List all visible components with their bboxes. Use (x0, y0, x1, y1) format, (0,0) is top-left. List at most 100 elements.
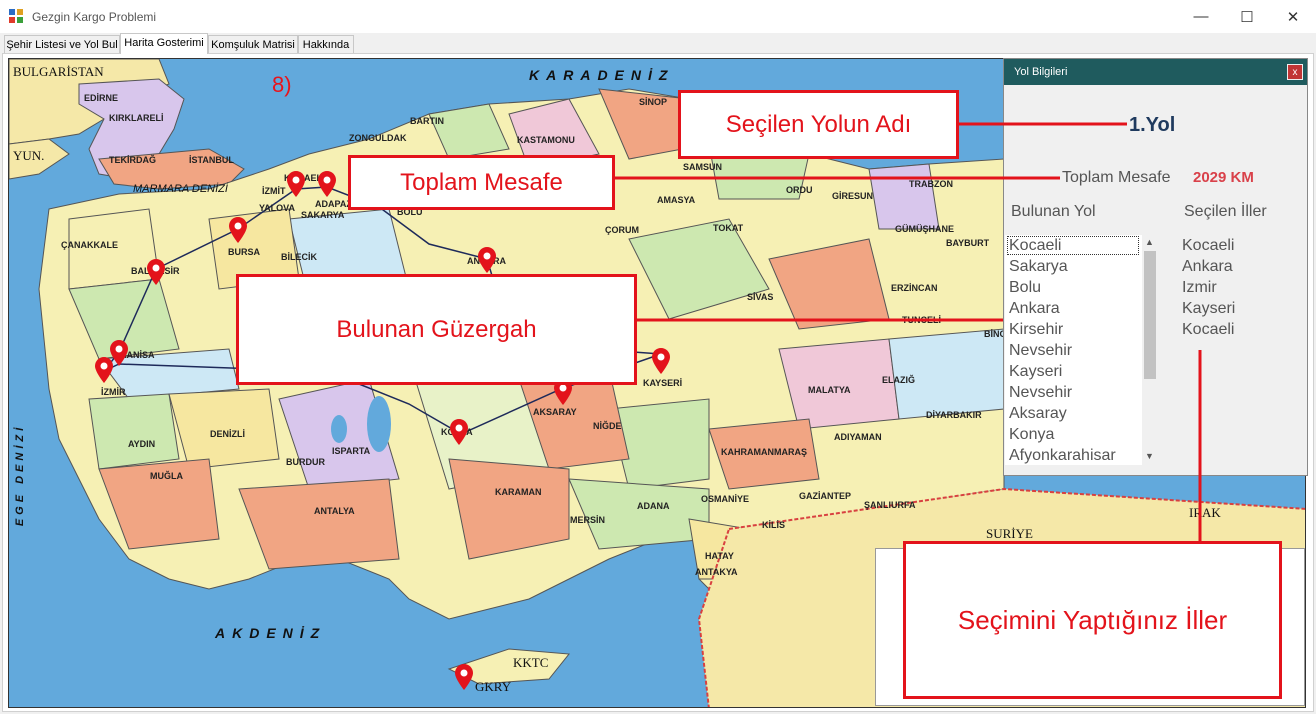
location-pin-icon (450, 419, 468, 445)
city-label: GİRESUN (832, 191, 874, 201)
road-name-value: 1.Yol (1129, 114, 1176, 136)
app-icon (9, 9, 23, 23)
city-label: TEKİRDAĞ (109, 155, 156, 165)
country-label-greece: YUN. (13, 148, 45, 163)
window-title: Gezgin Kargo Problemi (32, 10, 157, 24)
city-label: İZMİR (101, 387, 126, 397)
tab-about[interactable]: Hakkında (298, 35, 354, 53)
route-header: Bulunan Yol (1011, 203, 1096, 220)
scroll-down-icon[interactable]: ▼ (1145, 451, 1154, 461)
location-pin-icon (652, 348, 670, 374)
list-item[interactable]: Aksaray (1009, 405, 1067, 423)
city-label: GAZİANTEP (799, 491, 852, 501)
callout-selected-cities: Seçimini Yaptığınız İller (903, 541, 1282, 699)
city-label: DENİZLİ (210, 429, 245, 439)
selected-header: Seçilen İller (1184, 203, 1267, 220)
city-label: HATAY (705, 551, 734, 561)
city-label: BARTIN (410, 116, 444, 126)
city-label: SAMSUN (683, 162, 723, 172)
callout-road-name: Seçilen Yolun Adı (678, 90, 959, 159)
sea-label-mediterranean: AKDENİZ (215, 625, 327, 641)
location-pin-icon (110, 340, 128, 366)
city-label: ÇANAKKALE (61, 240, 118, 250)
tab-map-view[interactable]: Harita Gosterimi (120, 33, 208, 54)
callout-found-route: Bulunan Güzergah (236, 274, 637, 385)
city-label: ERZİNCAN (891, 283, 938, 293)
location-pin-icon (318, 171, 336, 197)
location-pin-icon (147, 259, 165, 285)
list-item[interactable]: Ankara (1009, 300, 1060, 318)
sea-label-marmara: MARMARA DENİZİ (133, 183, 228, 195)
city-label: KİLİS (762, 520, 786, 530)
city-label: KIRKLARELİ (109, 113, 164, 123)
list-focus-outline (1007, 236, 1139, 255)
selected-city-item: Kocaeli (1182, 237, 1235, 254)
list-item[interactable]: Kirsehir (1009, 321, 1063, 339)
country-label-bulgaria: BULGARİSTAN (13, 64, 104, 79)
country-label-iraq: IRAK (1189, 505, 1221, 520)
tab-adjacency-matrix[interactable]: Komşuluk Matrisi (208, 35, 298, 53)
list-item[interactable]: Kayseri (1009, 363, 1062, 381)
city-label: TRABZON (909, 179, 953, 189)
city-label: ZONGULDAK (349, 133, 407, 143)
maximize-button[interactable]: ☐ (1224, 0, 1270, 33)
city-label: TUNCELİ (902, 315, 941, 325)
city-label: ADANA (637, 501, 670, 511)
callout-total-distance: Toplam Mesafe (348, 155, 615, 210)
tab-strip: Şehir Listesi ve Yol Bul Harita Gosterim… (0, 33, 1316, 54)
close-button[interactable]: ✕ (1270, 0, 1316, 33)
tab-city-list[interactable]: Şehir Listesi ve Yol Bul (4, 35, 120, 53)
city-label: KAHRAMANMARAŞ (721, 447, 807, 457)
city-label: TOKAT (713, 223, 744, 233)
step-label: 8) (272, 72, 292, 97)
city-label: BİLECİK (281, 252, 317, 262)
sea-label-aegean: EGE DENİZİ (14, 423, 27, 527)
city-label: ISPARTA (332, 446, 371, 456)
city-label: BAYBURT (946, 238, 990, 248)
city-label: ADIYAMAN (834, 432, 882, 442)
city-label: BURSA (228, 247, 261, 257)
city-label: KAYSERİ (643, 378, 683, 388)
location-pin-icon (229, 217, 247, 243)
city-label: ŞANLIURFA (864, 500, 916, 510)
sea-label-black-sea: KARADENİZ (529, 67, 675, 83)
list-item[interactable]: Sakarya (1009, 258, 1068, 276)
location-pin-icon (455, 664, 473, 690)
city-label: İZMİT (262, 186, 286, 196)
city-label: AYDIN (128, 439, 156, 449)
selected-city-item: Izmir (1182, 279, 1217, 296)
panel-close-button[interactable]: x (1287, 64, 1303, 80)
country-label-gkry: GKRY (475, 679, 512, 694)
country-label-kktc: KKTC (513, 655, 549, 670)
city-label: SAKARYA (301, 210, 345, 220)
scroll-up-icon[interactable]: ▲ (1145, 237, 1154, 247)
title-bar: Gezgin Kargo Problemi — ☐ ✕ (0, 0, 1316, 33)
list-item[interactable]: Nevsehir (1009, 384, 1072, 402)
selected-city-item: Kocaeli (1182, 321, 1235, 338)
country-label-syria: SURİYE (986, 526, 1033, 541)
city-label: MERSİN (570, 515, 606, 525)
list-item[interactable]: Konya (1009, 426, 1054, 444)
list-item[interactable]: Bolu (1009, 279, 1041, 297)
city-label: MALATYA (808, 385, 851, 395)
city-label: ÇORUM (605, 225, 639, 235)
scrollbar-thumb[interactable] (1144, 251, 1156, 379)
city-label: EDİRNE (84, 93, 119, 103)
city-label: KASTAMONU (517, 135, 575, 145)
minimize-button[interactable]: — (1178, 0, 1224, 33)
panel-title: Yol Bilgileri (1004, 59, 1307, 85)
list-item[interactable]: Nevsehir (1009, 342, 1072, 360)
city-label: KARAMAN (495, 487, 542, 497)
location-pin-icon (287, 171, 305, 197)
city-label: AMASYA (657, 195, 696, 205)
city-label: BURDUR (286, 457, 325, 467)
distance-label: Toplam Mesafe (1062, 169, 1171, 186)
selected-city-item: Ankara (1182, 258, 1233, 275)
city-label: DİYARBAKIR (926, 410, 982, 420)
city-label: GÜMÜŞHANE (895, 224, 955, 234)
city-label: AKSARAY (533, 407, 577, 417)
route-listbox[interactable]: Kocaeli Sakarya Bolu Ankara Kirsehir Nev… (1005, 235, 1158, 465)
list-item[interactable]: Afyonkarahisar (1009, 447, 1116, 465)
city-label: ANTAKYA (695, 567, 738, 577)
city-label: OSMANİYE (701, 494, 750, 504)
